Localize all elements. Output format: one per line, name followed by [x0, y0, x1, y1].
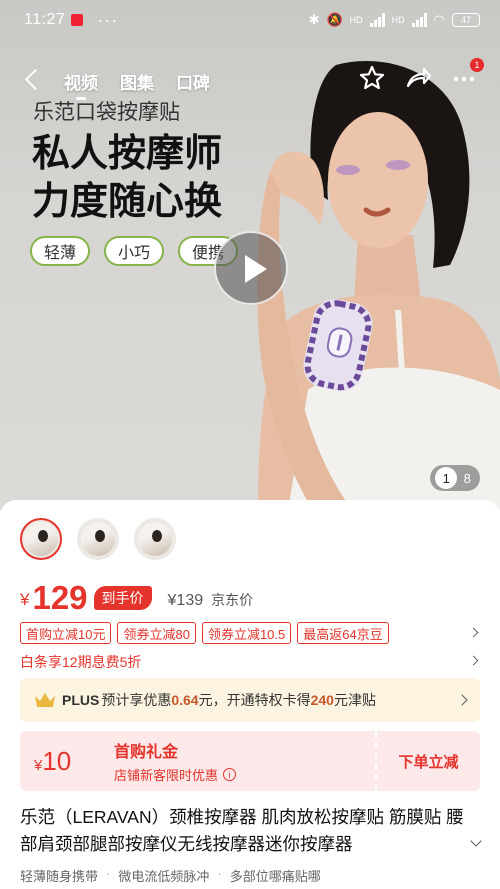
variant-thumbnails	[20, 518, 176, 560]
final-price: 129	[32, 579, 88, 616]
ad-brand-line: 乐范口袋按摩贴	[33, 101, 180, 124]
crown-icon	[35, 693, 55, 707]
feature-separator: ·	[217, 866, 222, 881]
gift-amount-value: 10	[42, 745, 72, 776]
order-discount-button[interactable]: 下单立减	[375, 731, 480, 791]
feature-list: 轻薄随身携带 · 微电流低频脉冲 · 多部位哪痛贴哪	[20, 866, 321, 885]
plus-text-2: 元，开通特权卡得	[198, 692, 311, 708]
coupon-jd-beans[interactable]: 最高返64京豆	[297, 622, 389, 644]
play-icon[interactable]	[214, 231, 288, 305]
status-bar: 11:27 ··· ✱ 🔕 HD HD ◠ 47	[0, 0, 500, 40]
plus-text-3: 元津贴	[333, 692, 376, 708]
variant-thumb-3[interactable]	[134, 518, 176, 560]
signal-icon-1	[369, 13, 385, 27]
tab-reviews[interactable]: 口碑	[176, 69, 210, 94]
final-price-tag: 到手价	[93, 586, 152, 610]
plus-membership-bar[interactable]: PLUS 预计享优惠 0.64 元，开通特权卡得 240 元津贴	[20, 678, 480, 722]
plus-label: PLUS	[62, 692, 100, 708]
bluetooth-icon: ✱	[308, 12, 320, 27]
first-purchase-gift: ¥10 首购礼金 店铺新客限时优惠 i 下单立减	[20, 731, 480, 791]
feature-separator: ·	[106, 866, 111, 881]
hd-label-1: HD	[349, 15, 363, 25]
pager-total: 8	[463, 470, 471, 486]
app-notification-icon	[71, 14, 84, 26]
top-nav: 视频 图集 口碑 1	[0, 58, 500, 100]
plus-amount-2: 240	[310, 692, 334, 708]
pager-current: 1	[435, 467, 458, 489]
currency-symbol: ¥	[20, 590, 30, 609]
back-arrow-icon[interactable]	[20, 66, 46, 92]
ad-headline-line-2: 力度随心换	[32, 181, 223, 223]
ad-headline-line-1: 私人按摩师	[32, 133, 223, 175]
pill-thin: 轻薄	[30, 236, 91, 266]
coupon-80[interactable]: 领券立减80	[117, 622, 196, 644]
info-icon[interactable]: i	[223, 768, 237, 781]
feature-item: 多部位哪痛贴哪	[229, 869, 321, 884]
plus-text-1: 预计享优惠	[101, 692, 172, 708]
chevron-right-icon[interactable]	[470, 628, 480, 638]
gift-subtitle: 店铺新客限时优惠 i	[114, 765, 237, 784]
gift-amount: ¥10	[34, 746, 104, 777]
coupon-10-5[interactable]: 领券立减10.5	[201, 622, 292, 644]
feature-item: 轻薄随身携带	[20, 869, 99, 884]
hd-label-2: HD	[391, 15, 405, 25]
jd-price-label: 京东价	[211, 592, 254, 608]
chevron-right-icon	[456, 694, 468, 706]
feature-item: 微电流低频脉冲	[118, 869, 210, 884]
ad-headline: 私人按摩师 力度随心换	[32, 130, 222, 226]
product-info-card: ¥ 129 到手价 ¥139 京东价 首购立减10元 领券立减80 领券立减10…	[0, 500, 500, 889]
pill-small: 小巧	[104, 236, 165, 266]
coupon-row[interactable]: 首购立减10元 领券立减80 领券立减10.5 最高返64京豆	[20, 622, 389, 644]
product-title: 乐范（LERAVAN）颈椎按摩器 肌肉放松按摩贴 筋膜贴 腰部肩颈部腿部按摩仪无…	[20, 807, 464, 854]
tab-video[interactable]: 视频	[64, 69, 98, 100]
gift-title: 首购礼金	[114, 744, 179, 761]
media-pager: 1 8	[430, 465, 480, 491]
variant-thumb-2[interactable]	[77, 518, 119, 560]
star-icon[interactable]	[358, 64, 386, 92]
notification-badge: 1	[470, 58, 484, 72]
installment-offer[interactable]: 白条享12期息费5折	[20, 652, 141, 672]
coupon-first-purchase[interactable]: 首购立减10元	[20, 622, 112, 644]
more-icon[interactable]: 1	[450, 58, 484, 92]
variant-thumb-1[interactable]	[20, 518, 62, 560]
mute-icon: 🔕	[326, 12, 343, 27]
media-tabs: 视频 图集 口碑	[64, 69, 210, 100]
jd-price: ¥139	[167, 592, 204, 609]
price-row: ¥ 129 到手价 ¥139 京东价	[20, 576, 253, 616]
hero-media[interactable]: 11:27 ··· ✱ 🔕 HD HD ◠ 47 视频 图集 口碑 1 乐范口袋…	[0, 0, 500, 510]
status-time: 11:27	[24, 11, 66, 28]
share-icon[interactable]	[404, 64, 432, 92]
gift-info: ¥10 首购礼金 店铺新客限时优惠 i	[20, 731, 375, 791]
gift-subtitle-text: 店铺新客限时优惠	[114, 768, 219, 783]
ad-feature-pills: 轻薄 小巧 便携	[30, 236, 239, 266]
status-more-dots: ···	[97, 9, 119, 30]
plus-amount-1: 0.64	[171, 692, 199, 708]
wifi-icon: ◠	[433, 12, 445, 27]
chevron-right-icon[interactable]	[470, 656, 480, 666]
signal-icon-2	[411, 13, 427, 27]
tab-gallery[interactable]: 图集	[120, 69, 154, 94]
battery-icon: 47	[452, 13, 480, 27]
